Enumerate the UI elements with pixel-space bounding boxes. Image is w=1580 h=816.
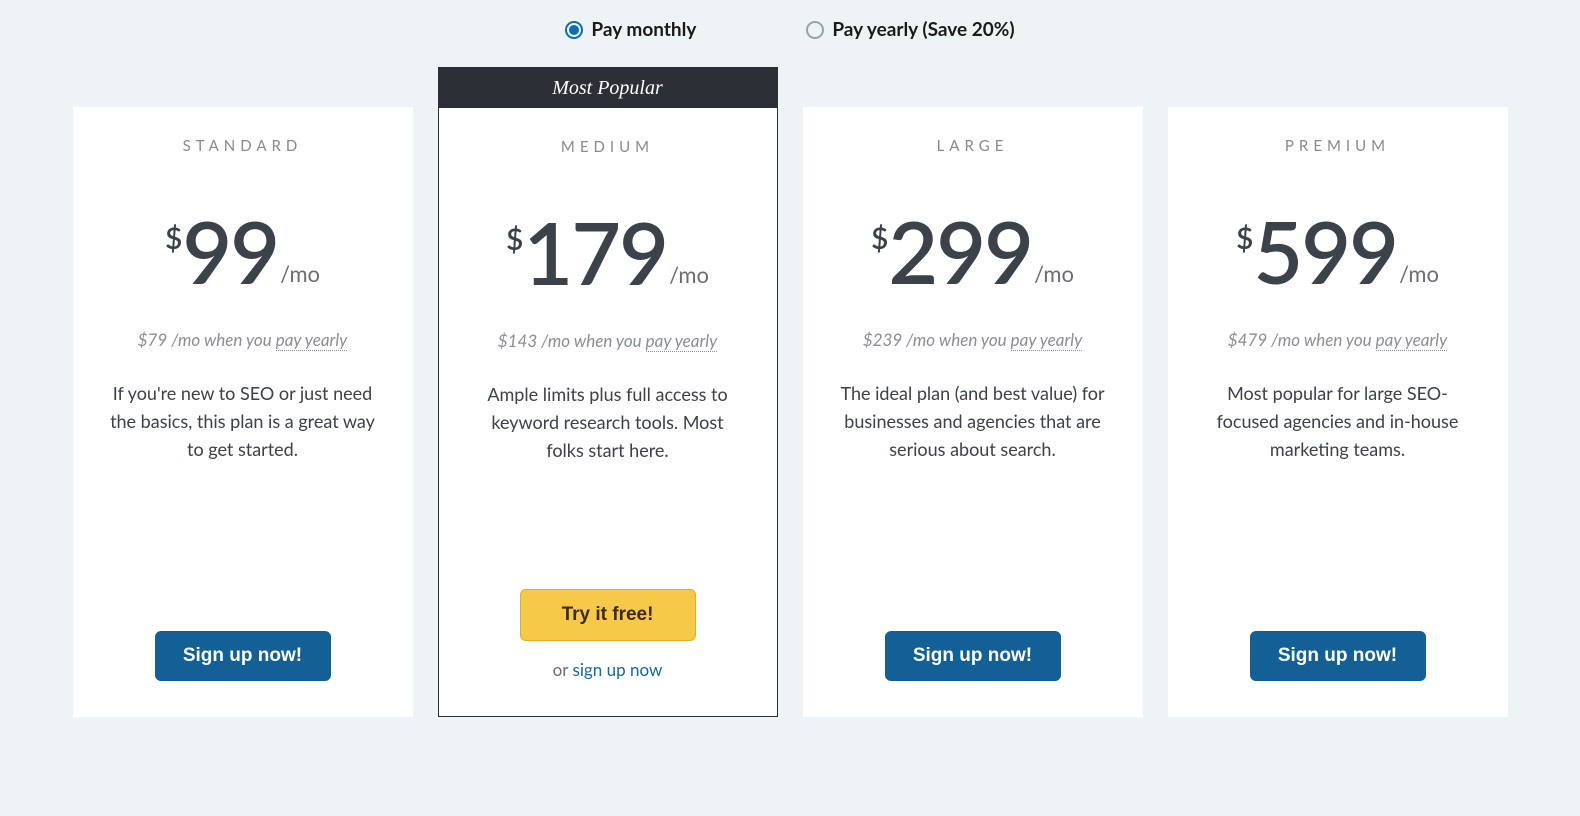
price-amount: 99 <box>182 209 278 295</box>
price-period: /mo <box>669 261 709 288</box>
price: $ 179 /mo <box>506 210 709 296</box>
price: $ 99 /mo <box>165 209 320 295</box>
price-period: /mo <box>1399 260 1439 287</box>
radio-icon <box>806 21 824 39</box>
yearly-note-text: /mo when you <box>537 330 645 351</box>
currency-symbol: $ <box>165 223 182 253</box>
pay-monthly-label: Pay monthly <box>591 18 696 41</box>
pay-yearly-link[interactable]: pay yearly <box>646 330 718 352</box>
pay-yearly-label: Pay yearly (Save 20%) <box>832 18 1014 41</box>
signup-button[interactable]: Sign up now! <box>155 631 331 681</box>
signup-button[interactable]: Sign up now! <box>885 631 1061 681</box>
radio-icon <box>565 21 583 39</box>
plan-description: Most popular for large SEO-focused agenc… <box>1196 380 1480 464</box>
cta-area: Try it free! or sign up now <box>467 589 749 680</box>
plan-card-standard: STANDARD $ 99 /mo $79 /mo when you pay y… <box>73 107 413 717</box>
yearly-note: $239 /mo when you pay yearly <box>863 329 1083 350</box>
signup-button[interactable]: Sign up now! <box>1250 631 1426 681</box>
yearly-price: $239 <box>863 329 902 350</box>
plan-name: STANDARD <box>183 137 303 155</box>
price-amount: 599 <box>1253 209 1397 295</box>
plan-description: The ideal plan (and best value) for busi… <box>831 380 1115 464</box>
price: $ 599 /mo <box>1236 209 1439 295</box>
billing-toggle: Pay monthly Pay yearly (Save 20%) <box>0 0 1580 67</box>
plan-name: LARGE <box>937 137 1009 155</box>
yearly-price: $79 <box>138 329 168 350</box>
currency-symbol: $ <box>1236 223 1253 253</box>
plan-name: MEDIUM <box>561 138 654 156</box>
price: $ 299 /mo <box>871 209 1074 295</box>
yearly-note: $79 /mo when you pay yearly <box>138 329 348 350</box>
pay-yearly-link[interactable]: pay yearly <box>1376 329 1448 351</box>
plan-description: Ample limits plus full access to keyword… <box>467 381 749 465</box>
currency-symbol: $ <box>871 223 888 253</box>
pay-yearly-option[interactable]: Pay yearly (Save 20%) <box>806 18 1014 41</box>
pricing-cards: STANDARD $ 99 /mo $79 /mo when you pay y… <box>0 67 1580 717</box>
yearly-note: $479 /mo when you pay yearly <box>1228 329 1448 350</box>
plan-card-premium: PREMIUM $ 599 /mo $479 /mo when you pay … <box>1168 107 1508 717</box>
price-amount: 179 <box>523 210 667 296</box>
price-period: /mo <box>280 260 320 287</box>
price-amount: 299 <box>888 209 1032 295</box>
yearly-note-text: /mo when you <box>902 329 1010 350</box>
cta-area: Sign up now! <box>1196 631 1480 681</box>
pay-yearly-link[interactable]: pay yearly <box>276 329 348 351</box>
most-popular-badge: Most Popular <box>439 68 777 108</box>
pay-yearly-link[interactable]: pay yearly <box>1011 329 1083 351</box>
plan-card-medium: Most Popular MEDIUM $ 179 /mo $143 /mo w… <box>438 67 778 717</box>
pay-monthly-option[interactable]: Pay monthly <box>565 18 696 41</box>
cta-area: Sign up now! <box>101 631 385 681</box>
plan-name: PREMIUM <box>1285 137 1390 155</box>
signup-link[interactable]: sign up now <box>572 659 662 680</box>
yearly-note: $143 /mo when you pay yearly <box>498 330 718 351</box>
try-free-button[interactable]: Try it free! <box>520 589 696 641</box>
yearly-price: $143 <box>498 330 537 351</box>
price-period: /mo <box>1034 260 1074 287</box>
plan-description: If you're new to SEO or just need the ba… <box>101 380 385 464</box>
alt-prefix: or <box>553 659 573 680</box>
currency-symbol: $ <box>506 224 523 254</box>
yearly-note-text: /mo when you <box>1267 329 1375 350</box>
plan-card-large: LARGE $ 299 /mo $239 /mo when you pay ye… <box>803 107 1143 717</box>
yearly-note-text: /mo when you <box>167 329 275 350</box>
alt-signup-row: or sign up now <box>467 659 749 680</box>
yearly-price: $479 <box>1228 329 1267 350</box>
cta-area: Sign up now! <box>831 631 1115 681</box>
